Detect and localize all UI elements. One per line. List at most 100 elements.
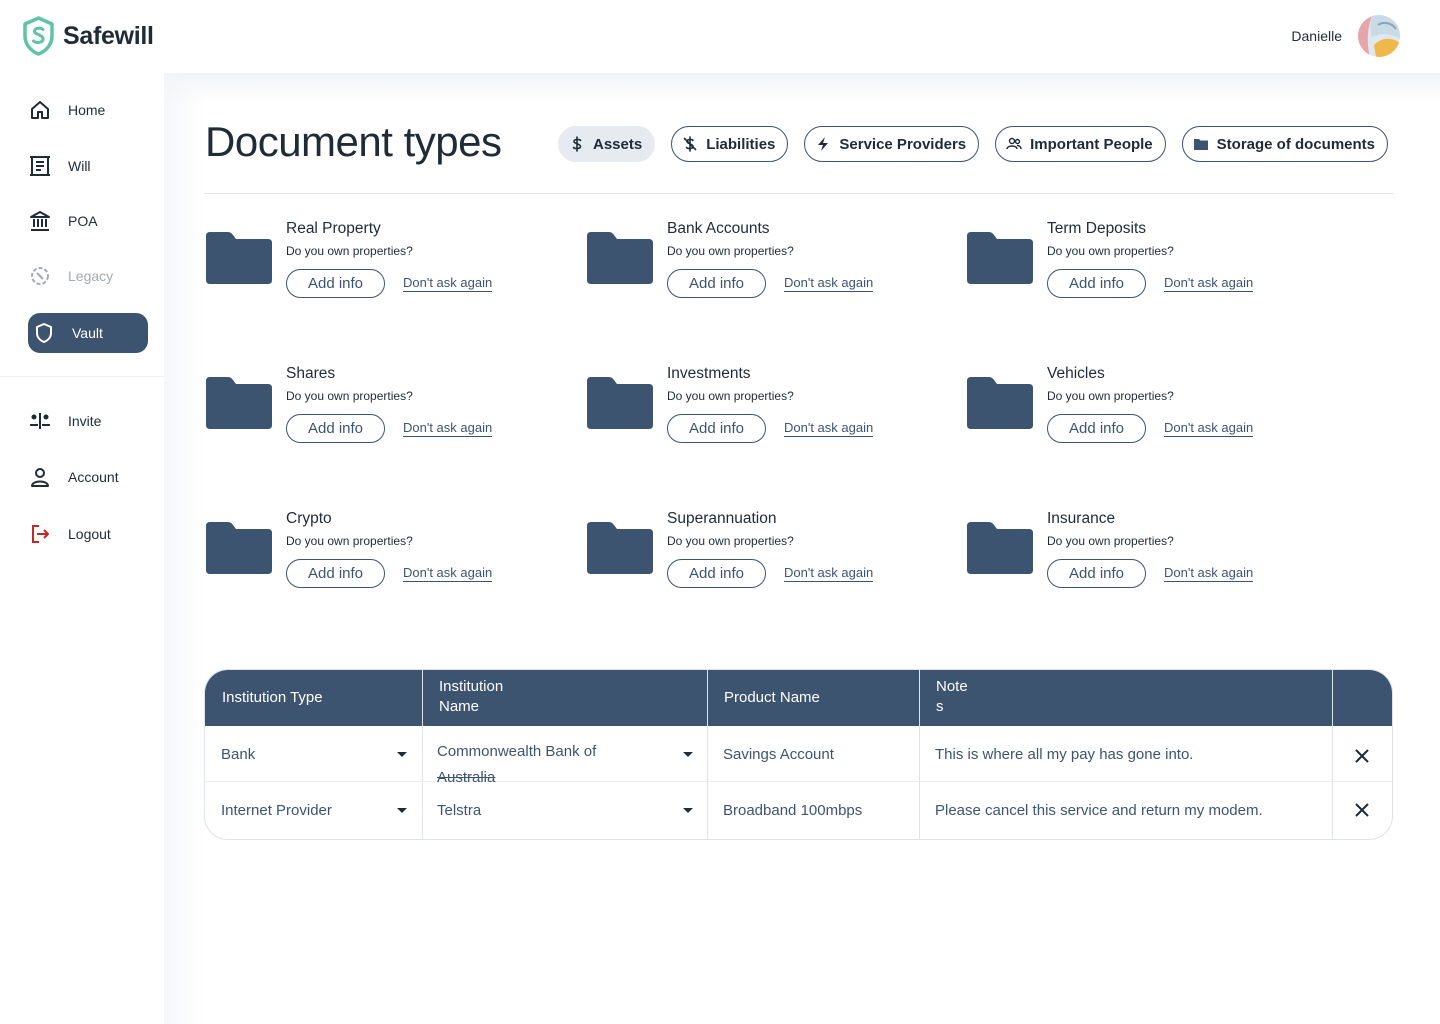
row-divider — [205, 781, 1392, 782]
close-icon[interactable] — [1353, 801, 1371, 819]
top-bar: Safewill Danielle — [0, 0, 1440, 73]
tab-storage-of-documents[interactable]: Storage of documents — [1181, 126, 1389, 162]
card-subtitle: Do you own properties? — [667, 244, 794, 258]
cell-institution-name[interactable]: Telstra — [421, 786, 681, 834]
tab-assets[interactable]: Assets — [558, 126, 656, 162]
sidebar-item-will[interactable]: Will — [28, 146, 148, 186]
safewill-logo-icon — [23, 16, 54, 56]
dont-ask-again-link[interactable]: Don't ask again — [784, 565, 874, 582]
cell-product-name[interactable]: Broadband 100mbps — [707, 786, 919, 834]
tab-label: Service Providers — [839, 135, 967, 153]
no-dollar-icon — [682, 136, 698, 152]
add-info-button[interactable]: Add info — [1047, 269, 1146, 298]
tab-label: Liabilities — [706, 135, 776, 153]
card-title: Bank Accounts — [667, 220, 770, 237]
chevron-down-icon[interactable] — [683, 752, 693, 757]
add-info-button[interactable]: Add info — [286, 559, 385, 588]
sidebar-item-invite[interactable]: Invite — [28, 401, 148, 441]
card-subtitle: Do you own properties? — [286, 244, 413, 258]
folder-icon — [206, 522, 272, 574]
sidebar-item-label: Account — [68, 469, 119, 485]
main-top-shadow — [164, 73, 1440, 103]
sidebar-divider — [0, 376, 164, 377]
dont-ask-again-link[interactable]: Don't ask again — [403, 565, 493, 582]
folder-icon — [206, 232, 272, 284]
add-info-button[interactable]: Add info — [1047, 559, 1146, 588]
sidebar-item-home[interactable]: Home — [28, 90, 148, 130]
bolt-icon — [815, 136, 831, 152]
cell-institution-type[interactable]: Bank — [205, 730, 405, 778]
sidebar-item-label: Home — [68, 102, 106, 118]
sidebar-item-account[interactable]: Account — [28, 457, 148, 497]
chevron-down-icon[interactable] — [397, 808, 407, 813]
cell-note[interactable]: Please cancel this service and return my… — [919, 786, 1331, 834]
folder-icon — [206, 377, 272, 429]
chevron-down-icon[interactable] — [683, 808, 693, 813]
header-notes-line2: s — [936, 698, 944, 715]
folder-icon — [967, 522, 1033, 574]
user-name: Danielle — [1291, 28, 1342, 44]
tab-important-people[interactable]: Important People — [995, 126, 1166, 162]
dont-ask-again-link[interactable]: Don't ask again — [1164, 275, 1254, 292]
cell-product-name[interactable]: Savings Account — [707, 730, 919, 778]
dont-ask-again-link[interactable]: Don't ask again — [403, 275, 493, 292]
user-menu[interactable]: Danielle — [1291, 15, 1400, 57]
sidebar-item-logout[interactable]: Logout — [28, 514, 148, 554]
cell-institution-name[interactable]: Commonwealth Bank of — [421, 740, 681, 762]
sidebar-item-label: Will — [68, 158, 91, 174]
chevron-down-icon[interactable] — [397, 752, 407, 757]
card-subtitle: Do you own properties? — [1047, 244, 1174, 258]
add-info-button[interactable]: Add info — [1047, 414, 1146, 443]
home-icon — [28, 98, 52, 122]
add-info-button[interactable]: Add info — [667, 269, 766, 298]
dont-ask-again-link[interactable]: Don't ask again — [1164, 565, 1254, 582]
cell-institution-name-overflow: Australia — [437, 768, 496, 786]
add-info-button[interactable]: Add info — [286, 414, 385, 443]
page-title: Document types — [205, 118, 502, 165]
document-type-card: Superannuation Do you own properties? Add … — [587, 510, 927, 620]
legacy-icon — [28, 264, 52, 288]
column-divider — [1332, 670, 1333, 839]
category-tabs: Assets Liabilities Service Providers Imp… — [558, 126, 1389, 162]
cell-note[interactable]: This is where all my pay has gone into. — [919, 730, 1331, 778]
card-title: Superannuation — [667, 510, 777, 527]
people-icon — [1006, 136, 1022, 152]
tab-service-providers[interactable]: Service Providers — [804, 126, 980, 162]
dont-ask-again-link[interactable]: Don't ask again — [1164, 420, 1254, 437]
card-subtitle: Do you own properties? — [286, 534, 413, 548]
folder-icon — [587, 232, 653, 284]
sidebar-item-vault[interactable]: Vault — [28, 313, 148, 353]
institutions-table: Institution Type Institution Name Produc… — [204, 669, 1393, 840]
dont-ask-again-link[interactable]: Don't ask again — [784, 420, 874, 437]
tab-label: Important People — [1030, 135, 1153, 153]
card-subtitle: Do you own properties? — [286, 389, 413, 403]
add-info-button[interactable]: Add info — [667, 414, 766, 443]
document-type-card: Bank Accounts Do you own properties? Add i… — [587, 220, 927, 330]
sidebar-item-label: Invite — [68, 413, 102, 429]
invite-icon — [28, 409, 52, 433]
sidebar: Home Will POA Legacy Vault Invite Accoun… — [0, 73, 164, 1024]
tab-liabilities[interactable]: Liabilities — [671, 126, 789, 162]
sidebar-item-poa[interactable]: POA — [28, 201, 148, 241]
document-type-card: Insurance Do you own properties? Add info D… — [967, 510, 1307, 620]
card-title: Real Property — [286, 220, 381, 237]
logout-icon — [28, 522, 52, 546]
add-info-button[interactable]: Add info — [286, 269, 385, 298]
dont-ask-again-link[interactable]: Don't ask again — [784, 275, 874, 292]
document-type-card: Real Property Do you own properties? Add i… — [206, 220, 546, 330]
close-icon[interactable] — [1353, 747, 1371, 765]
dont-ask-again-link[interactable]: Don't ask again — [403, 420, 493, 437]
cell-institution-type[interactable]: Internet Provider — [205, 786, 405, 834]
avatar[interactable] — [1358, 15, 1400, 57]
add-info-button[interactable]: Add info — [667, 559, 766, 588]
table-header: Institution Type Institution Name Produc… — [205, 670, 1392, 726]
folder-icon — [1193, 136, 1209, 152]
header-notes-line1: Note — [936, 678, 968, 695]
app-logo[interactable]: Safewill — [22, 16, 154, 56]
sidebar-item-label: Legacy — [68, 268, 114, 284]
avatar-image — [1358, 15, 1400, 57]
header-product-name: Product Name — [724, 689, 820, 706]
header-institution-name-line2: Name — [439, 698, 480, 715]
app-name: Safewill — [63, 21, 154, 50]
sidebar-item-legacy[interactable]: Legacy — [28, 256, 148, 296]
